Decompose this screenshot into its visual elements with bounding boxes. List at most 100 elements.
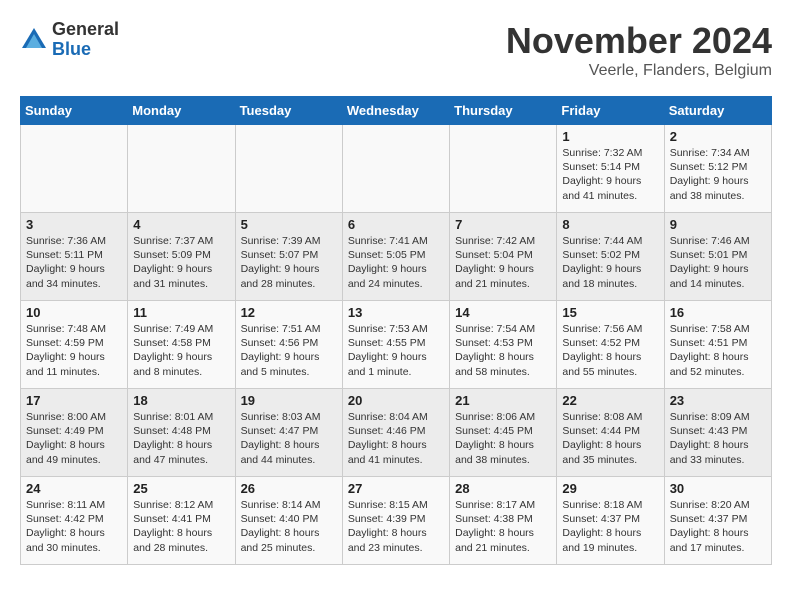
day-cell: 11Sunrise: 7:49 AM Sunset: 4:58 PM Dayli…: [128, 301, 235, 389]
weekday-thursday: Thursday: [450, 97, 557, 125]
day-detail: Sunrise: 7:46 AM Sunset: 5:01 PM Dayligh…: [670, 234, 766, 291]
day-number: 27: [348, 481, 444, 496]
logo-icon: [20, 26, 48, 54]
day-detail: Sunrise: 8:17 AM Sunset: 4:38 PM Dayligh…: [455, 498, 551, 555]
week-row-3: 10 Sunrise: 7:48 AM Sunset: 4:59 PM Dayli…: [21, 301, 772, 389]
day-cell: 13 Sunrise: 7:53 AM Sunset: 4:55 PM Dayli…: [342, 301, 449, 389]
day-cell: 25 Sunrise: 8:12 AM Sunset: 4:41 PM Dayli…: [128, 477, 235, 565]
day-cell: 17 Sunrise: 8:00 AM Sunset: 4:49 PM Dayli…: [21, 389, 128, 477]
day-detail: Sunrise: 8:18 AM Sunset: 4:37 PM Dayligh…: [562, 498, 658, 555]
day-detail: Sunrise: 7:44 AM Sunset: 5:02 PM Dayligh…: [562, 234, 658, 291]
day-cell: [342, 125, 449, 213]
day-detail: Sunrise: 7:53 AM Sunset: 4:55 PM Dayligh…: [348, 322, 444, 379]
day-detail: Sunrise: 8:04 AM Sunset: 4:46 PM Dayligh…: [348, 410, 444, 467]
month-title: November 2024: [506, 20, 772, 62]
week-row-2: 3 Sunrise: 7:36 AM Sunset: 5:11 PM Daylig…: [21, 213, 772, 301]
day-detail: Sunrise: 7:42 AM Sunset: 5:04 PM Dayligh…: [455, 234, 551, 291]
day-cell: 14Sunrise: 7:54 AM Sunset: 4:53 PM Dayli…: [450, 301, 557, 389]
weekday-row: SundayMondayTuesdayWednesdayThursdayFrid…: [21, 97, 772, 125]
day-detail: Sunrise: 7:39 AM Sunset: 5:07 PM Dayligh…: [241, 234, 337, 291]
day-cell: 22 Sunrise: 8:08 AM Sunset: 4:44 PM Dayli…: [557, 389, 664, 477]
day-number: 15: [562, 305, 658, 320]
day-number: 22: [562, 393, 658, 408]
weekday-tuesday: Tuesday: [235, 97, 342, 125]
day-cell: 20 Sunrise: 8:04 AM Sunset: 4:46 PM Dayli…: [342, 389, 449, 477]
day-detail: Sunrise: 8:20 AM Sunset: 4:37 PM Dayligh…: [670, 498, 766, 555]
day-number: 13: [348, 305, 444, 320]
day-number: 17: [26, 393, 122, 408]
logo: General Blue: [20, 20, 119, 60]
day-cell: 26 Sunrise: 8:14 AM Sunset: 4:40 PM Dayli…: [235, 477, 342, 565]
day-number: 7: [455, 217, 551, 232]
day-detail: Sunrise: 7:36 AM Sunset: 5:11 PM Dayligh…: [26, 234, 122, 291]
location: Veerle, Flanders, Belgium: [506, 62, 772, 80]
day-cell: 3 Sunrise: 7:36 AM Sunset: 5:11 PM Daylig…: [21, 213, 128, 301]
day-cell: [235, 125, 342, 213]
day-number: 19: [241, 393, 337, 408]
day-number: 28: [455, 481, 551, 496]
weekday-monday: Monday: [128, 97, 235, 125]
day-detail: Sunrise: 7:37 AM Sunset: 5:09 PM Dayligh…: [133, 234, 229, 291]
day-number: 10: [26, 305, 122, 320]
weekday-sunday: Sunday: [21, 97, 128, 125]
day-detail: Sunrise: 8:09 AM Sunset: 4:43 PM Dayligh…: [670, 410, 766, 467]
day-detail: Sunrise: 8:06 AM Sunset: 4:45 PM Dayligh…: [455, 410, 551, 467]
logo-general-text: General: [52, 20, 119, 40]
day-cell: 1Sunrise: 7:32 AM Sunset: 5:14 PM Daylig…: [557, 125, 664, 213]
day-number: 29: [562, 481, 658, 496]
week-row-1: 1Sunrise: 7:32 AM Sunset: 5:14 PM Daylig…: [21, 125, 772, 213]
logo-blue-text: Blue: [52, 40, 119, 60]
day-detail: Sunrise: 7:32 AM Sunset: 5:14 PM Dayligh…: [562, 146, 658, 203]
calendar-header: SundayMondayTuesdayWednesdayThursdayFrid…: [21, 97, 772, 125]
day-number: 20: [348, 393, 444, 408]
calendar-body: 1Sunrise: 7:32 AM Sunset: 5:14 PM Daylig…: [21, 125, 772, 565]
day-cell: 16Sunrise: 7:58 AM Sunset: 4:51 PM Dayli…: [664, 301, 771, 389]
weekday-friday: Friday: [557, 97, 664, 125]
day-number: 4: [133, 217, 229, 232]
day-number: 26: [241, 481, 337, 496]
day-cell: 2Sunrise: 7:34 AM Sunset: 5:12 PM Daylig…: [664, 125, 771, 213]
day-cell: [450, 125, 557, 213]
day-detail: Sunrise: 8:11 AM Sunset: 4:42 PM Dayligh…: [26, 498, 122, 555]
day-detail: Sunrise: 8:15 AM Sunset: 4:39 PM Dayligh…: [348, 498, 444, 555]
day-detail: Sunrise: 8:12 AM Sunset: 4:41 PM Dayligh…: [133, 498, 229, 555]
day-cell: 10 Sunrise: 7:48 AM Sunset: 4:59 PM Dayli…: [21, 301, 128, 389]
week-row-5: 24 Sunrise: 8:11 AM Sunset: 4:42 PM Dayli…: [21, 477, 772, 565]
day-cell: 12Sunrise: 7:51 AM Sunset: 4:56 PM Dayli…: [235, 301, 342, 389]
day-cell: 27 Sunrise: 8:15 AM Sunset: 4:39 PM Dayli…: [342, 477, 449, 565]
day-cell: 19 Sunrise: 8:03 AM Sunset: 4:47 PM Dayli…: [235, 389, 342, 477]
day-detail: Sunrise: 7:51 AM Sunset: 4:56 PM Dayligh…: [241, 322, 337, 379]
day-cell: 8Sunrise: 7:44 AM Sunset: 5:02 PM Daylig…: [557, 213, 664, 301]
day-number: 18: [133, 393, 229, 408]
weekday-wednesday: Wednesday: [342, 97, 449, 125]
day-detail: Sunrise: 8:08 AM Sunset: 4:44 PM Dayligh…: [562, 410, 658, 467]
day-number: 9: [670, 217, 766, 232]
header: General Blue November 2024 Veerle, Fland…: [20, 20, 772, 80]
day-detail: Sunrise: 7:56 AM Sunset: 4:52 PM Dayligh…: [562, 322, 658, 379]
day-cell: 29 Sunrise: 8:18 AM Sunset: 4:37 PM Dayli…: [557, 477, 664, 565]
day-cell: 15 Sunrise: 7:56 AM Sunset: 4:52 PM Dayli…: [557, 301, 664, 389]
day-cell: 6Sunrise: 7:41 AM Sunset: 5:05 PM Daylig…: [342, 213, 449, 301]
day-cell: 18 Sunrise: 8:01 AM Sunset: 4:48 PM Dayli…: [128, 389, 235, 477]
day-cell: 4 Sunrise: 7:37 AM Sunset: 5:09 PM Daylig…: [128, 213, 235, 301]
day-detail: Sunrise: 8:14 AM Sunset: 4:40 PM Dayligh…: [241, 498, 337, 555]
day-detail: Sunrise: 8:01 AM Sunset: 4:48 PM Dayligh…: [133, 410, 229, 467]
day-detail: Sunrise: 7:48 AM Sunset: 4:59 PM Dayligh…: [26, 322, 122, 379]
calendar: SundayMondayTuesdayWednesdayThursdayFrid…: [20, 96, 772, 565]
day-number: 24: [26, 481, 122, 496]
day-detail: Sunrise: 7:34 AM Sunset: 5:12 PM Dayligh…: [670, 146, 766, 203]
day-detail: Sunrise: 8:03 AM Sunset: 4:47 PM Dayligh…: [241, 410, 337, 467]
day-number: 23: [670, 393, 766, 408]
day-cell: 28 Sunrise: 8:17 AM Sunset: 4:38 PM Dayli…: [450, 477, 557, 565]
day-detail: Sunrise: 7:41 AM Sunset: 5:05 PM Dayligh…: [348, 234, 444, 291]
logo-text: General Blue: [52, 20, 119, 60]
day-number: 25: [133, 481, 229, 496]
day-detail: Sunrise: 7:54 AM Sunset: 4:53 PM Dayligh…: [455, 322, 551, 379]
day-number: 30: [670, 481, 766, 496]
day-detail: Sunrise: 8:00 AM Sunset: 4:49 PM Dayligh…: [26, 410, 122, 467]
day-cell: 21Sunrise: 8:06 AM Sunset: 4:45 PM Dayli…: [450, 389, 557, 477]
day-number: 5: [241, 217, 337, 232]
day-detail: Sunrise: 7:58 AM Sunset: 4:51 PM Dayligh…: [670, 322, 766, 379]
day-number: 3: [26, 217, 122, 232]
day-number: 11: [133, 305, 229, 320]
